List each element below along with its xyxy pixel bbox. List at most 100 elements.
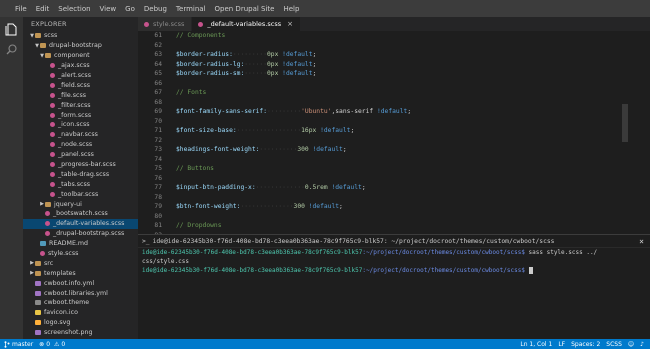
- language-indicator[interactable]: SCSS: [606, 341, 622, 348]
- tree-file[interactable]: _tabs.scss: [23, 179, 138, 189]
- menu-go[interactable]: Go: [125, 5, 135, 13]
- tree-file[interactable]: _form.scss: [23, 110, 138, 120]
- menu-debug[interactable]: Debug: [144, 5, 167, 13]
- code-line[interactable]: 64 $border-radius-lg:······0px !default;: [138, 60, 650, 70]
- tree-file[interactable]: _ajax.scss: [23, 61, 138, 71]
- code-line[interactable]: 68: [138, 98, 650, 108]
- menu-view[interactable]: View: [100, 5, 117, 13]
- tree-folder[interactable]: ▶ jquery-ui: [23, 199, 138, 209]
- code-token: !default: [376, 108, 408, 115]
- tree-file[interactable]: _toolbar.scss: [23, 189, 138, 199]
- terminal-cursor: [528, 267, 533, 274]
- search-icon[interactable]: [5, 43, 18, 56]
- code-line[interactable]: 80: [138, 212, 650, 222]
- tree-file[interactable]: _node.scss: [23, 140, 138, 150]
- code-token: !default: [320, 127, 351, 134]
- branch-indicator[interactable]: master: [4, 341, 33, 348]
- tree-file[interactable]: _table-drag.scss: [23, 169, 138, 179]
- tree-file[interactable]: _default-variables.scss: [23, 218, 138, 229]
- cursor-position[interactable]: Ln 1, Col 1: [520, 341, 552, 348]
- code-line[interactable]: 70: [138, 117, 650, 127]
- tree-file[interactable]: _field.scss: [23, 80, 138, 90]
- tree-folder[interactable]: ▶ src: [23, 258, 138, 268]
- tree-item-label: _field.scss: [58, 81, 91, 89]
- code-line[interactable]: 66: [138, 79, 650, 89]
- scss-file-icon: [50, 92, 55, 98]
- line-number: 69: [154, 108, 162, 115]
- tree-file[interactable]: _icon.scss: [23, 120, 138, 130]
- code-line[interactable]: 62: [138, 41, 650, 51]
- menu-file[interactable]: File: [15, 5, 27, 13]
- tree-file[interactable]: _alert.scss: [23, 71, 138, 81]
- tab-default-variables-scss[interactable]: _default-variables.scss ×: [192, 17, 301, 31]
- problems-indicator[interactable]: ⊗ 0 ⚠ 0: [39, 341, 65, 348]
- tree-item-label: _drupal-bootstrap.scss: [53, 230, 125, 238]
- code-token: ;: [407, 108, 412, 115]
- menu-open-drupal-site[interactable]: Open Drupal Site: [215, 5, 275, 13]
- tree-file[interactable]: cwboot.theme: [23, 298, 138, 308]
- tree-file[interactable]: cwboot.info.yml: [23, 278, 138, 288]
- editor-tabs: style.scss _default-variables.scss ×: [138, 17, 650, 31]
- tab-label: style.scss: [153, 20, 185, 28]
- code-line[interactable]: 61 // Components: [138, 31, 650, 41]
- terminal-panel[interactable]: >_ ide@ide-62345b30-f76d-408e-bd78-c3eea0…: [138, 234, 650, 339]
- code-line[interactable]: 73 $headings-font-weight:··········300 !d…: [138, 145, 650, 155]
- code-token: ;: [339, 203, 343, 210]
- tree-file[interactable]: screenshot.png: [23, 328, 138, 338]
- indent-indicator[interactable]: Spaces: 2: [571, 341, 600, 348]
- files-icon[interactable]: [5, 23, 18, 36]
- terminal-output[interactable]: ide@ide-62345b30-f76d-408e-bd78-c3eea0b3…: [138, 248, 650, 275]
- tree-file[interactable]: logo.svg: [23, 318, 138, 328]
- code-line[interactable]: 65 $border-radius-sm:······0px !default;: [138, 69, 650, 79]
- tree-file[interactable]: _bootswatch.scss: [23, 209, 138, 219]
- close-icon[interactable]: ×: [287, 20, 293, 28]
- tree-file[interactable]: _drupal-bootstrap.scss: [23, 229, 138, 239]
- code-line[interactable]: 75 // Buttons: [138, 164, 650, 174]
- code-token: !default: [308, 203, 340, 210]
- code-token: !default: [282, 70, 313, 77]
- tree-folder[interactable]: ▼ drupal-bootstrap: [23, 41, 138, 51]
- tree-file[interactable]: favicon.ico: [23, 308, 138, 318]
- line-number: 61: [154, 32, 162, 39]
- code-line[interactable]: 67 // Fonts: [138, 88, 650, 98]
- code-line[interactable]: 72: [138, 136, 650, 146]
- menu-help[interactable]: Help: [283, 5, 299, 13]
- code-line[interactable]: 63 $border-radius:·········0px !default;: [138, 50, 650, 60]
- code-line[interactable]: 79 $btn-font-weight:··············300 !de…: [138, 202, 650, 212]
- tree-file[interactable]: _navbar.scss: [23, 130, 138, 140]
- terminal-cmd: sass style.scss ../: [524, 249, 598, 256]
- code-text: $border-radius-lg:······0px !default;: [176, 61, 316, 68]
- tree-file[interactable]: _filter.scss: [23, 100, 138, 110]
- code-token: 300: [297, 146, 309, 153]
- tree-file[interactable]: _progress-bar.scss: [23, 160, 138, 170]
- code-text: $border-radius-sm:······0px !default;: [176, 70, 316, 77]
- code-editor[interactable]: 61 // Components 62 63 $border-radius:······…: [138, 31, 650, 234]
- code-line[interactable]: 81 // Dropdowns: [138, 221, 650, 231]
- code-line[interactable]: 77 $input-btn-padding-x:·············0.5r…: [138, 183, 650, 193]
- menu-selection[interactable]: Selection: [58, 5, 90, 13]
- code-token: 0px: [267, 70, 279, 77]
- menu-terminal[interactable]: Terminal: [176, 5, 206, 13]
- tree-folder[interactable]: ▼ component: [23, 51, 138, 61]
- tree-file[interactable]: style.scss: [23, 249, 138, 259]
- code-line[interactable]: 74: [138, 155, 650, 165]
- code-line[interactable]: 78: [138, 193, 650, 203]
- tab-style-scss[interactable]: style.scss: [138, 17, 193, 31]
- tree-file[interactable]: README.md: [23, 239, 138, 249]
- close-icon[interactable]: ×: [639, 237, 644, 246]
- file-tree: ▼ scss ▼ drupal-bootstrap ▼ component _ajax.sc…: [23, 31, 138, 338]
- code-line[interactable]: 71 $font-size-base:·················16px …: [138, 126, 650, 136]
- feedback-icon[interactable]: ☺: [628, 341, 634, 348]
- code-token: // Components: [176, 32, 226, 39]
- tree-folder[interactable]: ▶ templates: [23, 268, 138, 278]
- code-line[interactable]: 76: [138, 174, 650, 184]
- tree-file[interactable]: cwboot.libraries.yml: [23, 288, 138, 298]
- menu-edit[interactable]: Edit: [36, 5, 50, 13]
- eol-indicator[interactable]: LF: [558, 341, 565, 348]
- code-line[interactable]: 69 $font-family-sans-serif:·········'Ubun…: [138, 107, 650, 117]
- tree-file[interactable]: _file.scss: [23, 90, 138, 100]
- tree-file[interactable]: _panel.scss: [23, 150, 138, 160]
- tree-folder[interactable]: ▼ scss: [23, 31, 138, 41]
- bell-icon[interactable]: ♪: [640, 341, 644, 348]
- editor-scrollbar[interactable]: [622, 104, 628, 142]
